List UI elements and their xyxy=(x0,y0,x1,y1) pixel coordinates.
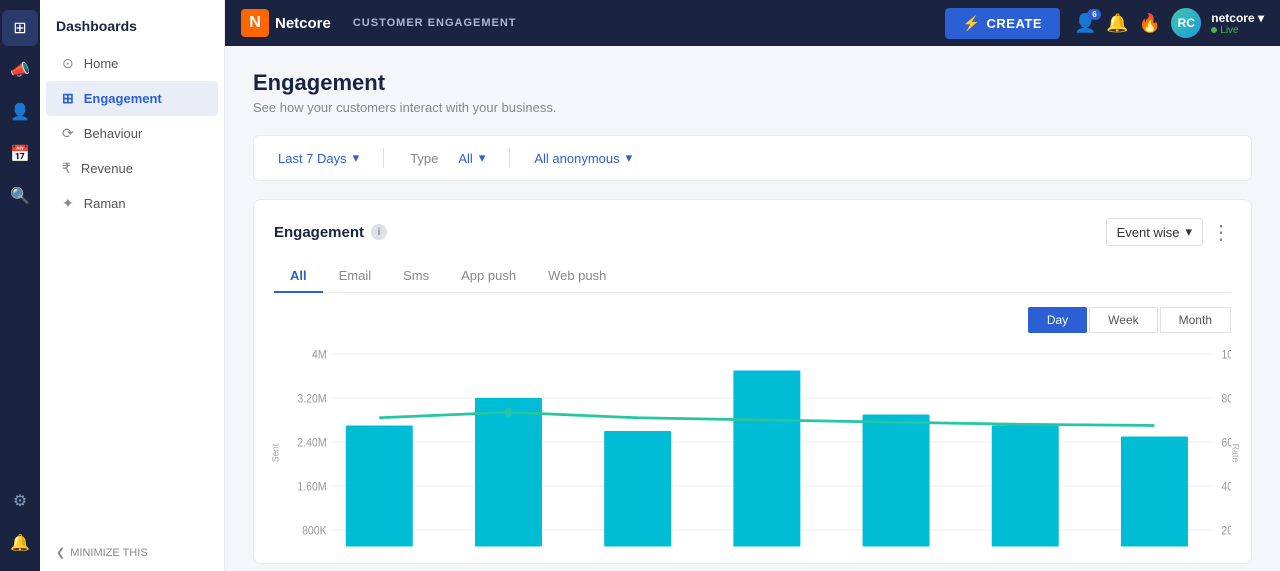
chart-title-text: Engagement xyxy=(274,224,364,241)
user-nav-button[interactable]: 👤 6 xyxy=(1074,13,1096,34)
tab-sms[interactable]: Sms xyxy=(387,260,445,293)
chart-title-area: Engagement i xyxy=(274,224,387,241)
svg-text:2.40M: 2.40M xyxy=(297,437,326,450)
sidebar-item-home-label: Home xyxy=(84,56,119,71)
chart-svg: 4M 3.20M 2.40M 1.60M 800K 100% 80% 60% 4… xyxy=(274,343,1231,563)
event-wise-chevron-icon: ▾ xyxy=(1185,224,1192,240)
avatar-text: RC xyxy=(1178,16,1195,30)
sidebar-item-revenue[interactable]: ₹ Revenue xyxy=(46,151,218,186)
engagement-icon: ⊞ xyxy=(62,90,74,107)
user-badge: 6 xyxy=(1087,9,1101,20)
filter-divider xyxy=(383,148,384,168)
sidebar-item-calendar[interactable]: 📅 xyxy=(2,136,38,172)
svg-text:100%: 100% xyxy=(1221,349,1231,362)
date-range-label: Last 7 Days xyxy=(278,151,347,166)
sidebar-item-notification-bottom[interactable]: 🔔 xyxy=(2,525,38,561)
svg-text:1.60M: 1.60M xyxy=(297,481,326,494)
time-buttons: Day Week Month xyxy=(274,307,1231,333)
logo-area: N Netcore xyxy=(241,9,331,37)
sidebar-item-home[interactable]: ⊙ Home xyxy=(46,46,218,81)
main-content: N Netcore CUSTOMER ENGAGEMENT ⚡ CREATE 👤… xyxy=(225,0,1280,571)
sidebar-item-settings[interactable]: ⚙ xyxy=(2,483,38,519)
type-label: Type xyxy=(410,151,438,166)
content-area: Engagement See how your customers intera… xyxy=(225,46,1280,571)
tab-app-push[interactable]: App push xyxy=(445,260,532,293)
sidebar-item-engagement-label: Engagement xyxy=(84,91,162,106)
tab-all[interactable]: All xyxy=(274,260,323,293)
sidebar-title: Dashboards xyxy=(40,0,224,46)
more-options-icon[interactable]: ⋮ xyxy=(1211,220,1231,245)
sidebar-item-raman[interactable]: ✦ Raman xyxy=(46,186,218,221)
user-info[interactable]: netcore ▾ Live xyxy=(1211,11,1264,36)
chart-area: Sent 4M 3.20M 2.40M 1.60M 800K 100% xyxy=(274,343,1231,563)
fire-icon: 🔥 xyxy=(1139,13,1161,34)
fire-button[interactable]: 🔥 xyxy=(1139,13,1161,34)
sidebar: Dashboards ⊙ Home ⊞ Engagement ⟳ Behavio… xyxy=(40,0,225,571)
svg-text:80%: 80% xyxy=(1221,393,1231,406)
create-button-label: CREATE xyxy=(987,16,1042,31)
sidebar-item-user[interactable]: 👤 xyxy=(2,94,38,130)
sidebar-item-revenue-label: Revenue xyxy=(81,161,133,176)
page-subtitle: See how your customers interact with you… xyxy=(253,100,1252,115)
icon-bar: ⊞ 📣 👤 📅 🔍 ⚙ 🔔 xyxy=(0,0,40,571)
filter-divider-2 xyxy=(509,148,510,168)
date-range-filter[interactable]: Last 7 Days ▾ xyxy=(270,146,367,170)
y-axis-left-label: Sent xyxy=(270,444,280,463)
sidebar-item-engagement[interactable]: ⊞ Engagement xyxy=(46,81,218,116)
home-icon: ⊙ xyxy=(62,55,74,72)
topnav: N Netcore CUSTOMER ENGAGEMENT ⚡ CREATE 👤… xyxy=(225,0,1280,46)
chart-controls: Event wise ▾ ⋮ xyxy=(1106,218,1231,246)
user-status: Live xyxy=(1211,25,1264,36)
sidebar-item-raman-label: Raman xyxy=(84,196,126,211)
svg-text:20%: 20% xyxy=(1221,525,1231,538)
event-wise-dropdown[interactable]: Event wise ▾ xyxy=(1106,218,1203,246)
chart-tabs: All Email Sms App push Web push xyxy=(274,260,1231,293)
bell-button[interactable]: 🔔 xyxy=(1106,13,1128,34)
create-button[interactable]: ⚡ CREATE xyxy=(945,8,1060,39)
sidebar-item-search[interactable]: 🔍 xyxy=(2,178,38,214)
page-title: Engagement xyxy=(253,70,1252,96)
minimize-button[interactable]: ❮ MINIMIZE THIS xyxy=(40,534,224,571)
type-filter[interactable]: All ▾ xyxy=(450,146,493,170)
app-name: Netcore xyxy=(275,15,331,32)
behaviour-icon: ⟳ xyxy=(62,125,74,142)
chart-header: Engagement i Event wise ▾ ⋮ xyxy=(274,218,1231,246)
svg-text:3.20M: 3.20M xyxy=(297,393,326,406)
info-icon[interactable]: i xyxy=(371,224,387,240)
bolt-icon: ⚡ xyxy=(963,15,981,32)
type-value: All xyxy=(458,151,472,166)
audience-chevron-icon: ▾ xyxy=(626,150,633,166)
day-button[interactable]: Day xyxy=(1028,307,1087,333)
user-name: netcore ▾ xyxy=(1211,11,1264,25)
filters-bar: Last 7 Days ▾ Type All ▾ All anonymous ▾ xyxy=(253,135,1252,181)
bell-icon: 🔔 xyxy=(1106,13,1128,34)
svg-text:4M: 4M xyxy=(312,349,327,362)
sidebar-item-behaviour-label: Behaviour xyxy=(84,126,143,141)
avatar[interactable]: RC xyxy=(1171,8,1201,38)
y-axis-right-label: Rate xyxy=(1230,443,1240,462)
svg-text:800K: 800K xyxy=(302,525,327,538)
month-button[interactable]: Month xyxy=(1160,307,1231,333)
audience-value: All anonymous xyxy=(534,151,619,166)
nav-icons: 👤 6 🔔 🔥 RC netcore ▾ Live xyxy=(1074,8,1264,38)
logo-icon: N xyxy=(241,9,269,37)
minimize-label: MINIMIZE THIS xyxy=(70,547,147,559)
sidebar-item-behaviour[interactable]: ⟳ Behaviour xyxy=(46,116,218,151)
sidebar-item-megaphone[interactable]: 📣 xyxy=(2,52,38,88)
raman-icon: ✦ xyxy=(62,195,74,212)
tab-web-push[interactable]: Web push xyxy=(532,260,622,293)
svg-text:40%: 40% xyxy=(1221,481,1231,494)
audience-filter[interactable]: All anonymous ▾ xyxy=(526,146,640,170)
nav-label: CUSTOMER ENGAGEMENT xyxy=(353,17,517,29)
chart-card: Engagement i Event wise ▾ ⋮ All Email Sm… xyxy=(253,199,1252,564)
revenue-icon: ₹ xyxy=(62,160,71,177)
chevron-left-icon: ❮ xyxy=(56,546,65,559)
tab-email[interactable]: Email xyxy=(323,260,388,293)
week-button[interactable]: Week xyxy=(1089,307,1157,333)
sidebar-item-grid[interactable]: ⊞ xyxy=(2,10,38,46)
type-chevron-icon: ▾ xyxy=(479,150,486,166)
chevron-down-icon: ▾ xyxy=(353,150,360,166)
event-wise-label: Event wise xyxy=(1117,225,1180,240)
status-dot-icon xyxy=(1211,27,1217,33)
